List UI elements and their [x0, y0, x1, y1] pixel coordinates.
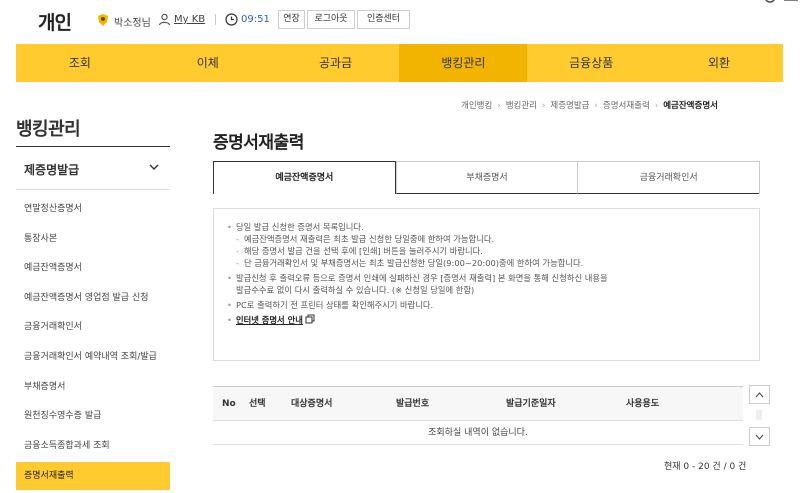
- extend-session-button[interactable]: 연장: [278, 10, 305, 29]
- divider: [215, 14, 216, 25]
- chevron-right-icon: ›: [654, 101, 659, 111]
- lnb-title: 뱅킹관리: [16, 119, 81, 140]
- main-nav: 조회 이체 공과금 뱅킹관리 금융상품 외환: [16, 44, 783, 82]
- page-title: 증명서재출력: [213, 133, 304, 153]
- chevron-right-icon: ›: [541, 101, 546, 111]
- mykb-link[interactable]: My KB: [174, 14, 205, 25]
- reprint-table: No 선택 대상증명서 발급번호 발급기준일자 사용용도 조회하실 내역이 없습…: [213, 386, 743, 445]
- breadcrumb-item[interactable]: 개인뱅킹: [461, 101, 492, 111]
- chevron-down-icon: [755, 434, 764, 440]
- person-icon: [158, 13, 171, 26]
- breadcrumb-current: 예금잔액증명서: [663, 101, 718, 111]
- breadcrumb-item[interactable]: 제증명발급: [550, 101, 589, 111]
- clock-icon: [225, 13, 238, 26]
- notice-line: 발급신청 후 출력오류 등으로 증명서 인쇄에 실패하신 경우 [증명서 재출력…: [226, 272, 747, 284]
- lnb-item[interactable]: 금융거래확인서: [16, 308, 170, 338]
- notice-line: 해당 증명서 발급 건을 선택 후에 [인쇄] 버튼을 눌러주시기 바랍니다.: [226, 245, 747, 257]
- notice-line: 예금잔액증명서 재출력은 최초 발급 신청한 당일중에 한하여 가능합니다.: [226, 233, 747, 245]
- notice-line: PC로 출력하기 전 프린터 상태를 확인해주시기 바랍니다.: [226, 299, 747, 311]
- table-empty-message: 조회하실 내역이 없습니다.: [213, 421, 743, 445]
- chevron-down-icon: [149, 164, 159, 170]
- table-header: No 선택 대상증명서 발급번호 발급기준일자 사용용도: [213, 386, 743, 421]
- breadcrumb-item[interactable]: 뱅킹관리: [506, 101, 537, 111]
- scroll-down-button[interactable]: [749, 427, 770, 446]
- gnb-item-foreign-exchange[interactable]: 외환: [655, 44, 783, 82]
- scroll-up-button[interactable]: [749, 385, 770, 404]
- breadcrumb-item[interactable]: 증명서재출력: [603, 101, 650, 111]
- internet-certificate-guide-link[interactable]: 인터넷 증명서 안내: [236, 315, 303, 325]
- lnb-item[interactable]: 연말정산증명서: [16, 190, 170, 220]
- tab-debt-certificate[interactable]: 부채증명서: [395, 162, 578, 194]
- gnb-item-banking-management[interactable]: 뱅킹관리: [399, 44, 528, 82]
- column-header: 발급기준일자: [506, 399, 556, 409]
- result-count: 현재 0 - 20 건 / 0 건: [664, 462, 747, 472]
- chevron-up-icon: [755, 392, 764, 398]
- brand-label: 개인: [38, 12, 72, 34]
- notice-line: 발급수수료 없이 다시 출력하실 수 있습니다. (※ 신청일 당일에 한함): [236, 285, 475, 295]
- lnb-item[interactable]: 원천징수영수증 발급: [16, 397, 170, 427]
- cert-center-button[interactable]: 인증센터: [357, 10, 410, 29]
- column-header: 대상증명서: [291, 399, 333, 409]
- search-icon[interactable]: [760, 0, 800, 8]
- gnb-item-products[interactable]: 금융상품: [527, 44, 655, 82]
- gnb-item-transfer[interactable]: 이체: [144, 44, 272, 82]
- tab-bar: 예금잔액증명서 부채증명서 금융거래확인서: [213, 161, 760, 194]
- column-header: 발급번호: [396, 399, 430, 409]
- new-window-icon: [305, 314, 315, 324]
- top-bar: 개인 박소정님 My KB 09:51 연장 로그아웃 인증센터: [0, 0, 800, 44]
- user-name: 박소정님: [114, 18, 151, 29]
- lnb-item[interactable]: 부채증명서: [16, 368, 170, 398]
- lnb-item[interactable]: 예금잔액증명서: [16, 249, 170, 279]
- notice-line: 단 금융거래확인서 및 부채증명서는 최초 발급신청한 당일(9:00~20:0…: [226, 257, 747, 269]
- scrollbar-thumb[interactable]: [756, 410, 762, 420]
- lnb-list: 연말정산증명서 통장사본 예금잔액증명서 예금잔액증명서 영업점 발급 신청 금…: [16, 190, 170, 490]
- column-header: 사용용도: [626, 399, 660, 409]
- lnb-item[interactable]: 예금잔액증명서 영업점 발급 신청: [16, 279, 170, 309]
- session-timer: 09:51: [241, 14, 270, 25]
- notice-box: 당일 발급 신청한 증명서 목록입니다. 예금잔액증명서 재출력은 최초 발급 …: [213, 208, 760, 361]
- chevron-right-icon: ›: [594, 101, 598, 111]
- breadcrumb: 개인뱅킹 › 뱅킹관리 › 제증명발급 › 증명서재출력 › 예금잔액증명서: [461, 99, 718, 111]
- tab-financial-transaction[interactable]: 금융거래확인서: [577, 162, 760, 194]
- lnb-item[interactable]: 금융거래확인서 예약내역 조회/발급: [16, 338, 170, 368]
- tab-deposit-balance[interactable]: 예금잔액증명서: [213, 161, 396, 194]
- lnb-item[interactable]: 통장사본: [16, 220, 170, 250]
- column-header: No: [222, 399, 236, 409]
- lnb-item[interactable]: 금융소득종합과세 조회: [16, 427, 170, 457]
- gnb-item-inquiry[interactable]: 조회: [16, 44, 144, 82]
- lnb-section-header[interactable]: 제증명발급: [16, 146, 170, 190]
- column-header: 선택: [249, 399, 266, 409]
- user-badge-icon: [98, 14, 108, 26]
- lnb-section-label: 제증명발급: [24, 163, 80, 177]
- logout-button[interactable]: 로그아웃: [307, 10, 355, 29]
- notice-line: 당일 발급 신청한 증명서 목록입니다.: [226, 221, 747, 233]
- gnb-item-utility[interactable]: 공과금: [272, 44, 400, 82]
- lnb-item-reprint-active[interactable]: 증명서재출력: [16, 462, 170, 490]
- chevron-right-icon: ›: [497, 101, 501, 111]
- notice-link-row: 인터넷 증명서 안내: [226, 314, 747, 326]
